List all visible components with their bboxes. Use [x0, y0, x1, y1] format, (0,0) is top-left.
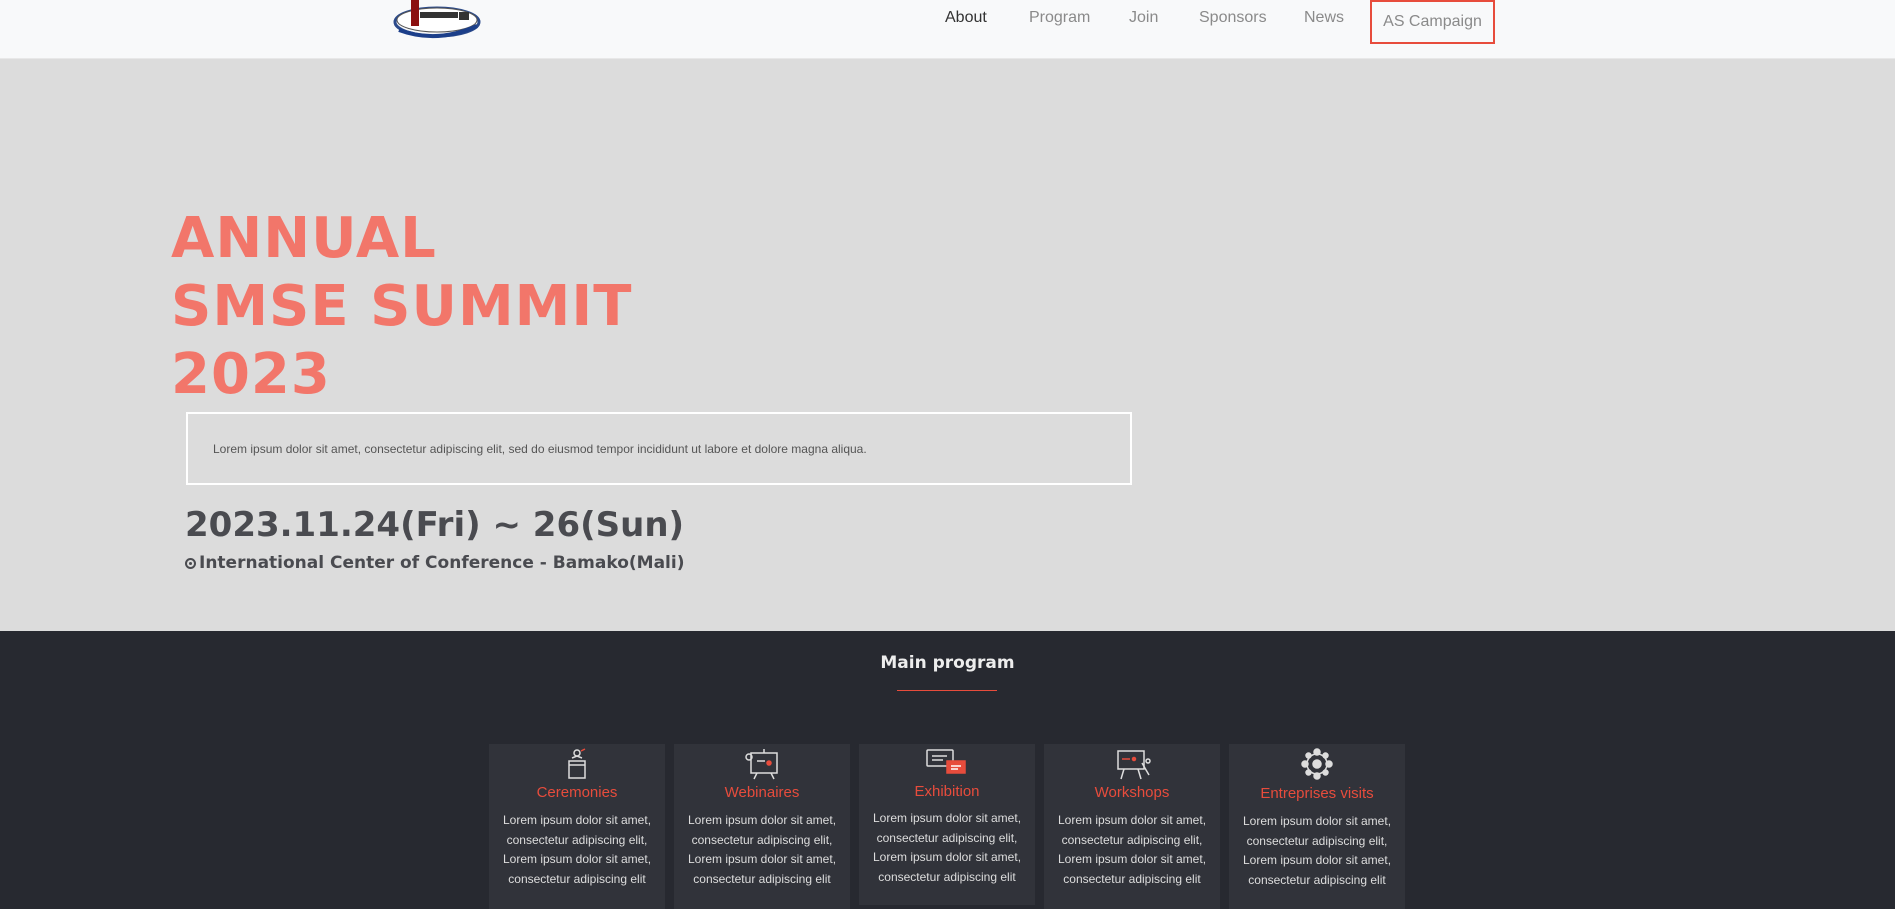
card-text: Lorem ipsum dolor sit amet, consectetur … [502, 813, 652, 886]
nav-join[interactable]: Join [1129, 9, 1158, 27]
easel-icon [1044, 747, 1220, 781]
nav-news[interactable]: News [1304, 9, 1344, 27]
presentation-board-icon [674, 747, 850, 781]
main-nav: About Program Join Sponsors News AS Camp… [0, 0, 1895, 59]
program-title: Main program [880, 653, 1015, 673]
program-card-ceremonies[interactable]: Ceremonies Lorem ipsum dolor sit amet, c… [489, 744, 665, 909]
nav-sponsors[interactable]: Sponsors [1199, 9, 1267, 27]
card-text: Lorem ipsum dolor sit amet, consectetur … [687, 813, 837, 886]
program-card-webinaires[interactable]: Webinaires Lorem ipsum dolor sit amet, c… [674, 744, 850, 909]
card-title: Entreprises visits [1260, 785, 1374, 802]
program-card-workshops[interactable]: Workshops Lorem ipsum dolor sit amet, co… [1044, 744, 1220, 909]
hero-title-line-3: 2023 [171, 342, 331, 407]
card-text: Lorem ipsum dolor sit amet, consectetur … [872, 811, 1022, 884]
nav-program[interactable]: Program [1029, 9, 1090, 27]
chat-bubbles-icon [859, 747, 1035, 781]
card-title: Workshops [1094, 784, 1170, 801]
nav-about[interactable]: About [945, 9, 987, 27]
program-section: Main program Ceremonies Lorem ipsum dolo… [0, 631, 1895, 909]
location-icon [185, 557, 196, 569]
hero-title-line-2: SMSE SUMMIT [171, 274, 633, 339]
card-title: Ceremonies [536, 784, 618, 801]
hero-description-box: Lorem ipsum dolor sit amet, consectetur … [186, 412, 1132, 485]
program-title-divider [897, 690, 997, 691]
site-header: About Program Join Sponsors News AS Camp… [0, 0, 1895, 59]
event-venue: International Center of Conference - Bam… [185, 553, 684, 573]
event-date: 2023.11.24(Fri) ~ 26(Sun) [185, 505, 685, 545]
card-text: Lorem ipsum dolor sit amet, consectetur … [1242, 814, 1392, 887]
campaign-button[interactable]: AS Campaign [1370, 0, 1495, 44]
podium-icon [489, 747, 665, 781]
card-title: Webinaires [724, 784, 800, 801]
card-text: Lorem ipsum dolor sit amet, consectetur … [1057, 813, 1207, 886]
program-card-entreprises-visits[interactable]: Entreprises visits Lorem ipsum dolor sit… [1229, 744, 1405, 909]
campaign-label: AS Campaign [1383, 13, 1482, 30]
hero-title: ANNUAL SMSE SUMMIT 2023 [171, 205, 632, 409]
card-title: Exhibition [914, 783, 980, 800]
venue-text: International Center of Conference - Bam… [199, 553, 685, 573]
program-card-exhibition[interactable]: Exhibition Lorem ipsum dolor sit amet, c… [859, 744, 1035, 905]
hero-section: ANNUAL SMSE SUMMIT 2023 Lorem ipsum dolo… [0, 59, 1895, 631]
network-icon [1229, 747, 1405, 781]
hero-title-line-1: ANNUAL [171, 206, 437, 271]
hero-description: Lorem ipsum dolor sit amet, consectetur … [213, 441, 867, 456]
